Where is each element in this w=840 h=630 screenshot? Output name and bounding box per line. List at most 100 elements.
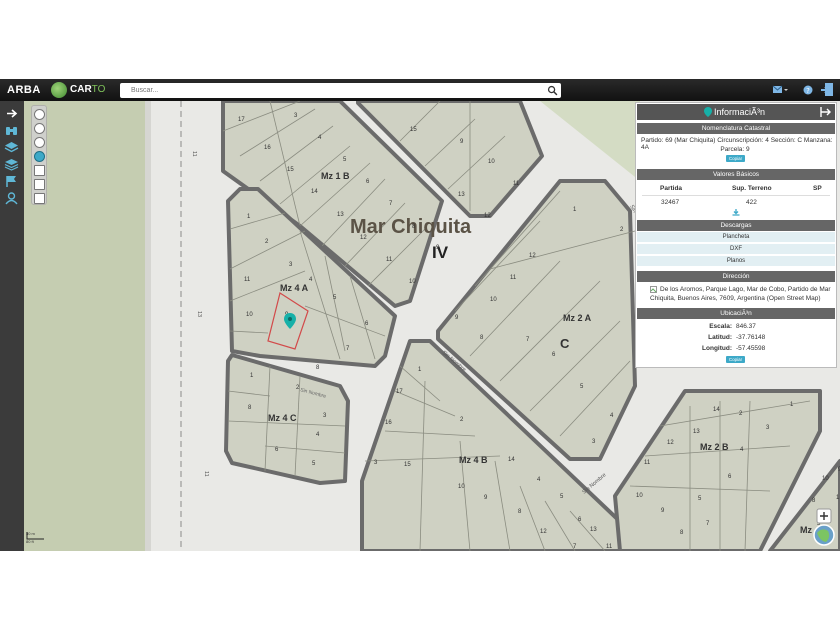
parcel-number: 14: [713, 407, 720, 413]
parcel-number: 16: [385, 420, 392, 426]
recenter-button[interactable]: [816, 508, 832, 524]
longitud-label: Longitud:: [702, 345, 732, 352]
value-sup-terreno: 422: [746, 199, 757, 206]
parcel-number: 13: [693, 429, 700, 435]
circunscripcion-label: IV: [432, 243, 449, 262]
manzana-label: Mz 4 A: [280, 283, 309, 293]
info-panel-header: InformaciÃ³n: [637, 104, 835, 120]
escala-value: 846.37: [736, 323, 756, 330]
top-bar: ARBA CARTO ?: [0, 79, 840, 101]
parcel-number: 11: [244, 277, 251, 283]
longitud-value: -57.45598: [736, 345, 766, 352]
parcel-number: 14: [311, 189, 318, 195]
manzana-label: Mz 2 B: [700, 442, 729, 452]
parcel-number: 16: [264, 145, 271, 151]
parcel-number: 10: [488, 159, 495, 165]
catastral-line2: Parcela: 9: [720, 146, 750, 153]
flag-icon[interactable]: [4, 175, 19, 188]
parcel-number: 10: [409, 279, 416, 285]
section-label: C: [560, 336, 570, 351]
info-tool-button[interactable]: [34, 151, 45, 162]
download-planos[interactable]: Planos: [637, 256, 835, 267]
road-edge: [145, 101, 151, 551]
measure-tool-button[interactable]: [34, 165, 45, 176]
envelope-dropdown-icon[interactable]: [772, 84, 788, 96]
parcel-number: 11: [510, 275, 517, 281]
parcel-number: 15: [287, 167, 294, 173]
scale-bar-metric: 30 m: [26, 531, 36, 536]
parcel-number: 12: [484, 213, 491, 219]
arrow-right-icon[interactable]: [4, 107, 19, 120]
parcel-number: 11: [644, 460, 651, 466]
latitud-value: -37.76148: [736, 334, 766, 341]
layers-icon[interactable]: [4, 141, 19, 154]
escala-label: Escala:: [709, 323, 732, 330]
search-box: [120, 83, 561, 98]
download-dxf[interactable]: DXF: [637, 244, 835, 255]
parcel-number: 10: [246, 312, 253, 318]
globe-icon[interactable]: [813, 524, 835, 546]
value-partida: 32467: [661, 199, 680, 206]
parcel-number: 10: [490, 297, 497, 303]
road-number: 13: [196, 311, 202, 317]
brand-logo[interactable]: ARBA: [7, 84, 41, 96]
parcel-number: 11: [513, 181, 520, 187]
search-icon[interactable]: [547, 85, 558, 96]
parcel-number: 13: [337, 212, 344, 218]
manzana-label: Mz 4 C: [268, 413, 297, 423]
map-tools-bar: [31, 105, 47, 205]
manzana-label: Mz 2 A: [563, 313, 592, 323]
parcel-number: 12: [667, 440, 674, 446]
user-location-icon[interactable]: [4, 192, 19, 205]
road-number: 11: [191, 151, 197, 157]
col-sup-terreno: Sup. Terreno: [732, 185, 772, 192]
parcel-number: 10: [458, 484, 465, 490]
manzana-label: Mz: [800, 525, 812, 535]
search-input[interactable]: [120, 83, 540, 98]
parcel-number: 10: [636, 493, 643, 499]
parcel-number: 13: [590, 527, 597, 533]
parcel-number: 17: [396, 389, 403, 395]
parcel-number: 10: [822, 476, 829, 482]
col-sp: SP: [813, 185, 822, 192]
broken-image-icon: [650, 286, 657, 293]
print-tool-button[interactable]: [34, 179, 45, 190]
copy-ubicacion-button[interactable]: Copiar: [726, 356, 745, 363]
road-number: 11: [203, 471, 209, 477]
zoom-in-button[interactable]: [34, 109, 45, 120]
carto-logo[interactable]: CARTO: [70, 84, 105, 95]
valores-header: Valores Básicos: [637, 169, 835, 180]
descargas-header: Descargas: [637, 220, 835, 231]
scale-bar-imperial: 80 ft: [26, 539, 35, 544]
parcel-number: 11: [606, 544, 613, 550]
parcel-number: 12: [360, 235, 367, 241]
app-window: ARBA CARTO ?: [0, 79, 840, 551]
marker-icon: [704, 107, 712, 117]
info-panel: InformaciÃ³n Nomenclatura Catastral Part…: [635, 102, 837, 368]
binoculars-icon[interactable]: [4, 124, 19, 137]
download-plancheta[interactable]: Plancheta: [637, 232, 835, 243]
manzana-label: Mz 1 B: [321, 171, 350, 181]
help-icon[interactable]: ?: [803, 84, 813, 96]
parcel-number: 12: [540, 529, 547, 535]
export-tool-button[interactable]: [34, 193, 45, 204]
zoom-box-button[interactable]: [34, 123, 45, 134]
direccion-header: Dirección: [637, 271, 835, 282]
carto-globe-icon: [51, 82, 67, 98]
parcel-number: 17: [238, 117, 245, 123]
zoom-out-button[interactable]: [34, 137, 45, 148]
parcel-number: 12: [529, 253, 536, 259]
manzana-label: Mz 4 B: [459, 455, 488, 465]
parcel-number: 14: [508, 457, 515, 463]
city-label: Mar Chiquita: [350, 216, 472, 238]
copy-catastral-button[interactable]: Copiar: [726, 155, 745, 162]
stack-icon[interactable]: [4, 158, 19, 171]
ubicacion-header: UbicaciÃ³n: [637, 308, 835, 319]
download-icon[interactable]: [732, 209, 740, 216]
logout-icon[interactable]: [820, 82, 834, 97]
carto-logo-suffix: TO: [91, 84, 106, 95]
parcel-number: 15: [410, 127, 417, 133]
col-partida: Partida: [660, 185, 683, 192]
pin-panel-icon[interactable]: [819, 106, 832, 118]
left-toolbar: [0, 101, 24, 551]
